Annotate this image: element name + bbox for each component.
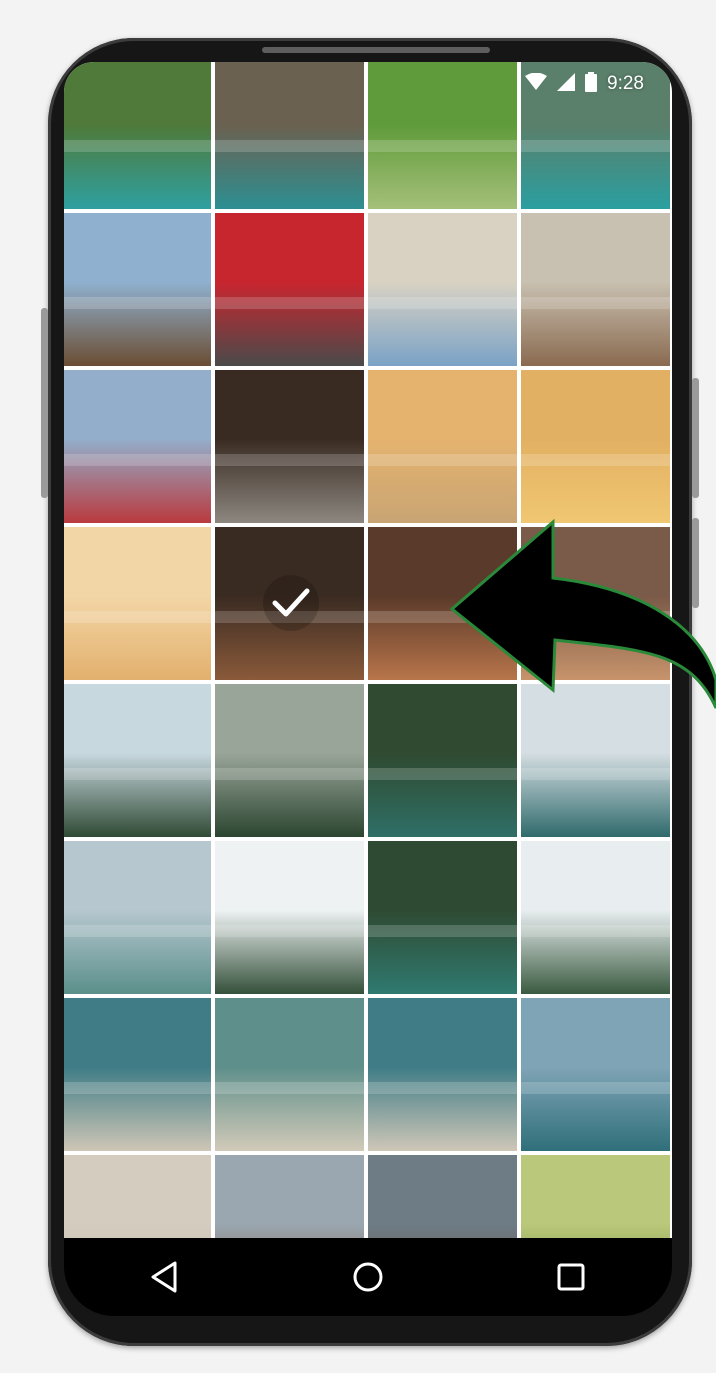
curved-arrow-annotation	[449, 518, 716, 709]
